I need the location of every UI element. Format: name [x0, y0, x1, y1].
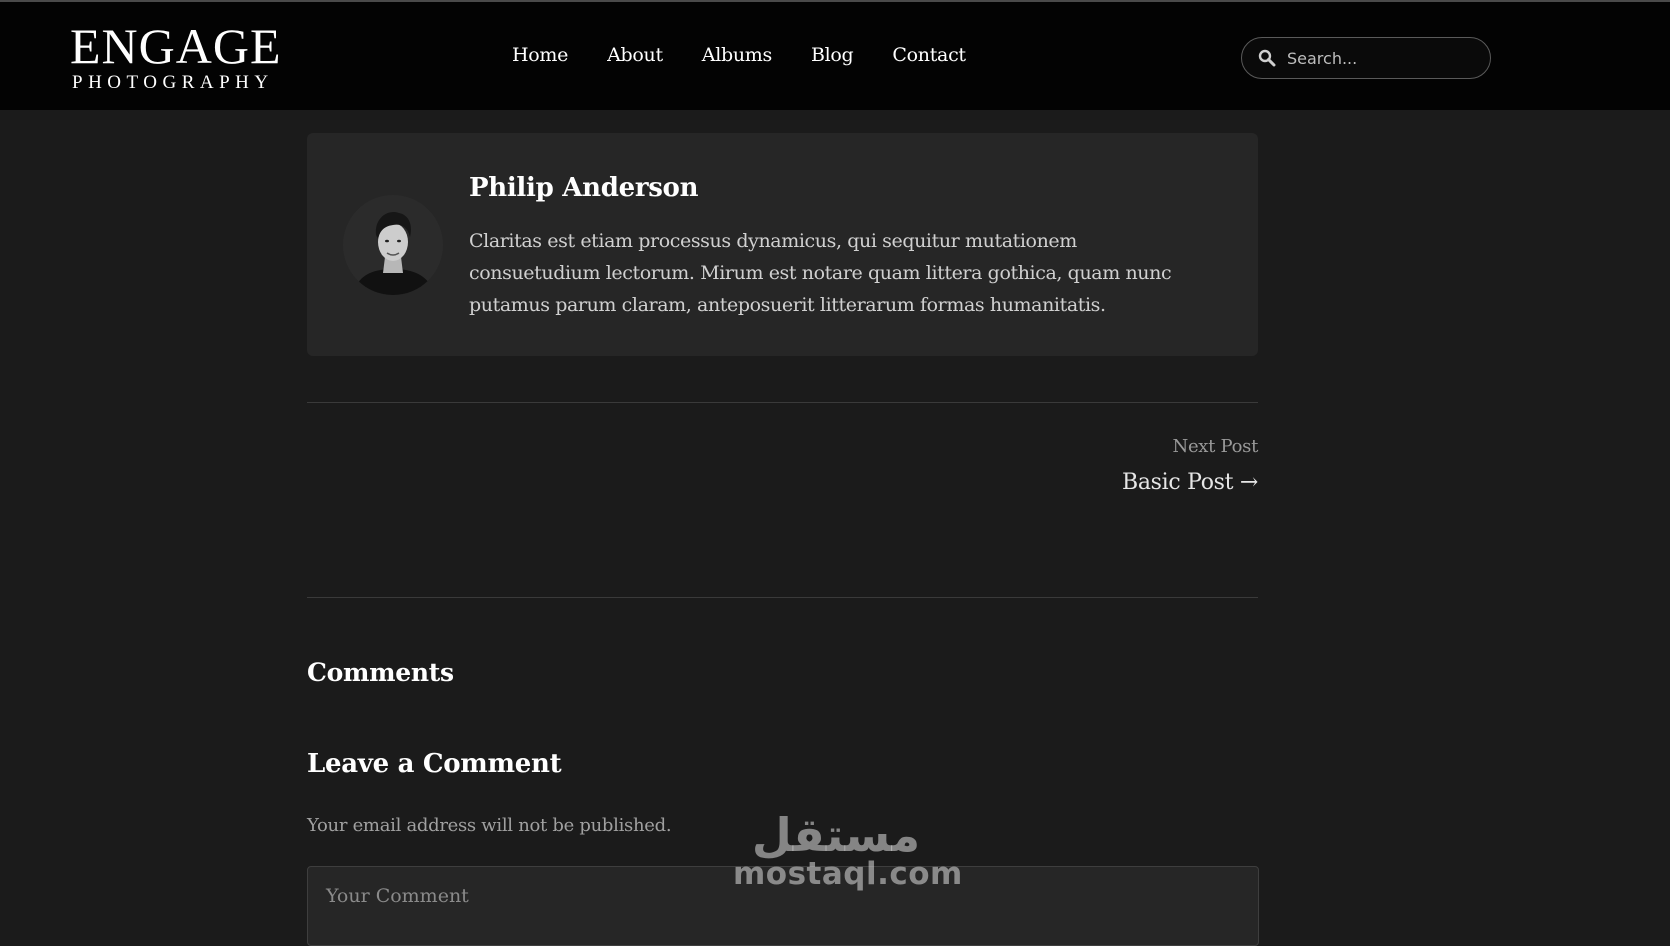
divider-top: [307, 402, 1258, 403]
search-input[interactable]: [1287, 48, 1477, 68]
comment-textarea[interactable]: [307, 866, 1259, 946]
nav-item-contact[interactable]: Contact: [892, 44, 966, 66]
nav-item-about[interactable]: About: [607, 44, 663, 66]
next-post-link[interactable]: Basic Post →: [1122, 470, 1258, 495]
author-name: Philip Anderson: [469, 173, 699, 203]
author-bio: Claritas est etiam processus dynamicus, …: [469, 230, 1172, 316]
nav-item-albums[interactable]: Albums: [702, 44, 772, 66]
logo-main-text: ENGAGE: [70, 18, 282, 74]
divider-bottom: [307, 597, 1258, 598]
leave-comment-title: Leave a Comment: [307, 749, 562, 779]
comments-title: Comments: [307, 658, 454, 687]
watermark-arabic: مستقل: [751, 808, 921, 862]
next-post-label: Next Post: [1172, 436, 1259, 457]
site-logo[interactable]: ENGAGE PHOTOGRAPHY: [70, 18, 282, 94]
main-nav: Home About Albums Blog Contact: [512, 44, 1005, 66]
nav-item-home[interactable]: Home: [512, 44, 568, 66]
nav-item-blog[interactable]: Blog: [811, 44, 854, 66]
logo-sub-text: PHOTOGRAPHY: [72, 72, 274, 93]
author-avatar: [343, 195, 443, 295]
author-avatar-image: [343, 195, 443, 295]
search-icon[interactable]: [1257, 48, 1277, 68]
search-box[interactable]: [1241, 37, 1491, 79]
author-box: Philip Anderson Claritas est etiam proce…: [307, 133, 1258, 356]
email-note: Your email address will not be published…: [307, 815, 672, 836]
site-header: ENGAGE PHOTOGRAPHY Home About Albums Blo…: [0, 0, 1670, 110]
